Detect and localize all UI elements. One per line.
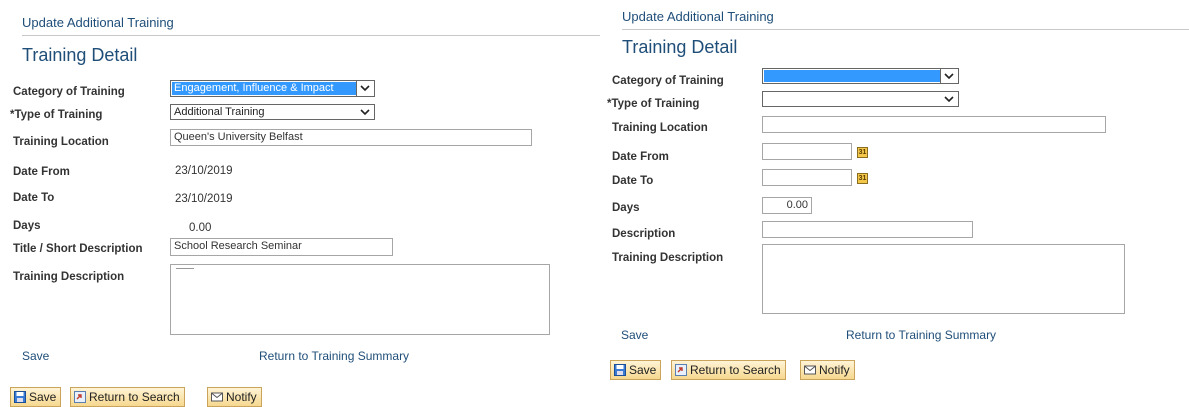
days-field[interactable]: 0.00: [762, 197, 812, 214]
date-to-field[interactable]: [762, 169, 852, 186]
type-label: *Type of Training: [10, 109, 103, 121]
type-select-value: Additional Training: [174, 106, 265, 118]
section-title: Training Detail: [622, 37, 738, 57]
type-select[interactable]: [762, 91, 959, 107]
chevron-down-icon: [356, 81, 374, 96]
date-from-label: Date From: [13, 166, 70, 178]
category-label: Category of Training: [612, 75, 724, 87]
calendar-icon[interactable]: 31: [857, 173, 868, 184]
calendar-icon[interactable]: 31: [857, 147, 868, 158]
title-short-field[interactable]: School Research Seminar: [170, 238, 393, 256]
return-to-training-summary-link[interactable]: Return to Training Summary: [259, 349, 409, 363]
notify-button[interactable]: Notify: [800, 360, 855, 380]
section-title: Training Detail: [22, 45, 138, 65]
date-to-label: Date To: [612, 175, 654, 187]
type-select[interactable]: Additional Training: [170, 104, 375, 120]
return-search-icon: [675, 364, 687, 376]
save-button[interactable]: Save: [610, 360, 662, 380]
chevron-down-icon: [941, 92, 958, 106]
category-select-value: Engagement, Influence & Impact: [174, 82, 334, 94]
return-search-icon: [74, 391, 86, 403]
floppy-disk-icon: [14, 391, 26, 403]
chevron-down-icon: [357, 105, 374, 119]
training-description-label: Training Description: [13, 271, 125, 283]
save-button-label: Save: [29, 390, 57, 404]
text-cursor-mark: [176, 268, 194, 269]
category-select[interactable]: Engagement, Influence & Impact: [170, 80, 375, 97]
notify-label: Notify: [819, 363, 850, 377]
training-description-textarea[interactable]: [170, 264, 550, 335]
days-value: 0.00: [189, 222, 212, 234]
floppy-disk-icon: [614, 364, 626, 376]
return-to-training-summary-link[interactable]: Return to Training Summary: [846, 328, 996, 342]
page-heading: Update Additional Training: [622, 9, 774, 24]
training-description-textarea[interactable]: [762, 244, 1125, 314]
return-to-search-button[interactable]: Return to Search: [671, 360, 786, 380]
title-short-label: Title / Short Description: [13, 243, 143, 255]
chevron-down-icon: [940, 69, 958, 83]
select-highlight: [764, 70, 940, 82]
date-from-value: 23/10/2019: [175, 165, 233, 177]
return-to-search-label: Return to Search: [690, 363, 781, 377]
notify-label: Notify: [226, 390, 257, 404]
heading-divider: [622, 29, 1189, 30]
days-label: Days: [13, 220, 41, 232]
date-from-field[interactable]: [762, 143, 852, 160]
category-select[interactable]: [762, 68, 959, 84]
category-label: Category of Training: [13, 86, 125, 98]
date-from-label: Date From: [612, 151, 669, 163]
location-field[interactable]: Queen's University Belfast: [170, 129, 532, 146]
envelope-icon: [804, 365, 816, 375]
save-link[interactable]: Save: [621, 328, 648, 342]
notify-button[interactable]: Notify: [207, 387, 262, 407]
training-description-label: Training Description: [612, 252, 724, 264]
envelope-icon: [211, 392, 223, 402]
page-heading: Update Additional Training: [22, 15, 174, 30]
location-label: Training Location: [612, 122, 708, 134]
location-field[interactable]: [762, 116, 1106, 133]
days-label: Days: [612, 202, 640, 214]
save-button[interactable]: Save: [10, 387, 62, 407]
description-label: Description: [612, 228, 676, 240]
description-field[interactable]: [762, 221, 973, 238]
date-to-value: 23/10/2019: [175, 193, 233, 205]
return-to-search-button[interactable]: Return to Search: [70, 387, 185, 407]
save-button-label: Save: [629, 363, 657, 377]
heading-divider: [22, 35, 600, 36]
type-label: *Type of Training: [607, 98, 700, 110]
location-label: Training Location: [13, 136, 109, 148]
date-to-label: Date To: [13, 192, 55, 204]
save-link[interactable]: Save: [22, 349, 49, 363]
return-to-search-label: Return to Search: [89, 390, 180, 404]
